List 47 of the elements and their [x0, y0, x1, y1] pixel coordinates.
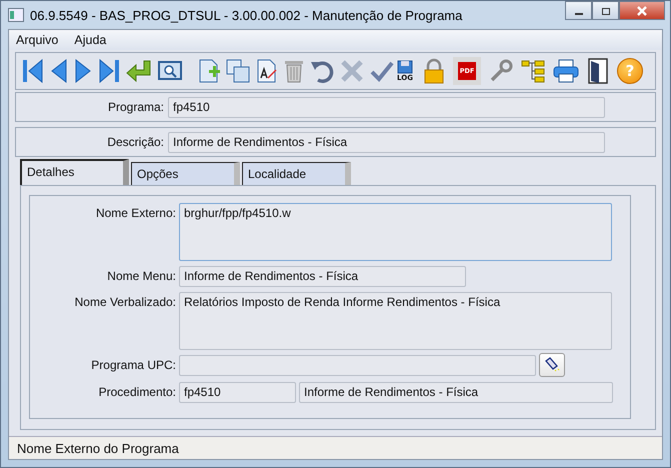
tab[interactable]: Opções	[131, 162, 240, 185]
tab[interactable]: Detalhes	[20, 159, 129, 185]
previous-record-icon[interactable]	[50, 58, 68, 84]
field-label: Procedimento:	[98, 384, 176, 399]
minimize-icon	[574, 12, 582, 14]
text-area[interactable]: Relatórios Imposto de Renda Informe Rendimentos - Física	[179, 292, 612, 350]
field-label: Nome Verbalizado:	[74, 294, 176, 309]
printer-icon[interactable]	[553, 59, 579, 83]
new-document-icon[interactable]	[198, 58, 220, 84]
padlock-icon[interactable]	[423, 58, 445, 84]
minimize-button[interactable]	[565, 1, 592, 20]
first-record-icon[interactable]	[22, 58, 44, 84]
tab[interactable]: Localidade	[242, 162, 351, 185]
input-field[interactable]: Informe de Rendimentos - Física	[299, 382, 613, 403]
restore-icon	[600, 6, 610, 16]
field-label: Programa:	[106, 100, 165, 114]
field-label: Programa UPC:	[90, 357, 176, 372]
menu-item[interactable]: Ajuda	[74, 33, 106, 47]
tree-diagram-icon[interactable]	[521, 59, 545, 83]
field-label: Nome Menu:	[106, 268, 176, 283]
field-label: Descrição:	[106, 135, 165, 149]
copy-icon[interactable]	[226, 59, 250, 83]
input-field[interactable]: Informe de Rendimentos - Física	[168, 132, 605, 152]
window-title: 06.9.5549 - BAS_PROG_DTSUL - 3.00.00.002 - Manutenção de Programa	[30, 8, 464, 22]
pen-icon	[544, 357, 560, 373]
door-icon[interactable]	[587, 58, 609, 84]
edit-document-icon[interactable]	[256, 58, 278, 84]
trash-icon[interactable]	[284, 58, 304, 84]
input-field[interactable]: Informe de Rendimentos - Física	[179, 266, 466, 287]
input-field[interactable]: fp4510	[179, 382, 296, 403]
return-arrow-icon[interactable]	[126, 58, 152, 84]
last-record-icon[interactable]	[98, 58, 120, 84]
input-field[interactable]: fp4510	[168, 96, 605, 118]
text-area[interactable]: brghur/fpp/fp4510.w	[179, 203, 612, 261]
app-icon	[8, 8, 24, 22]
next-record-icon[interactable]	[74, 58, 92, 84]
status-text: Nome Externo do Programa	[17, 440, 179, 456]
magnifier-screen-icon[interactable]	[158, 60, 182, 82]
check-mark-icon[interactable]	[370, 60, 394, 82]
close-icon	[636, 6, 648, 16]
restore-button[interactable]	[592, 1, 619, 20]
close-button[interactable]	[619, 1, 665, 20]
lookup-button[interactable]	[539, 353, 565, 377]
wrench-icon[interactable]	[489, 59, 513, 83]
menu-item[interactable]: Arquivo	[16, 33, 58, 47]
input-field[interactable]	[179, 355, 536, 376]
field-label: Nome Externo:	[94, 205, 176, 220]
